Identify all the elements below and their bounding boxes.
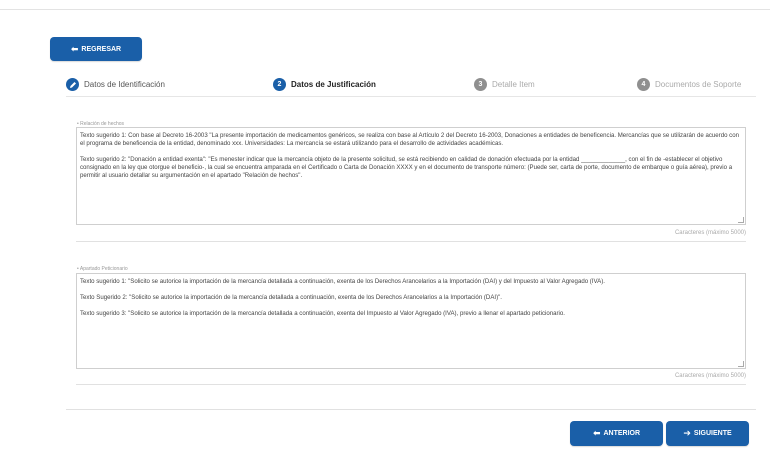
top-divider [0, 9, 770, 10]
apartado-char-counter: Caracteres (máximo 5000) [674, 373, 746, 379]
next-button[interactable]: ➔ SIGUIENTE [666, 421, 749, 446]
resize-handle-icon[interactable] [738, 361, 744, 367]
relacion-hechos-textarea[interactable]: Texto sugerido 1: Con base al Decreto 16… [76, 127, 746, 225]
step-label: Datos de Justificación [291, 80, 376, 89]
arrow-right-icon: ➔ [683, 428, 691, 438]
footer-divider [66, 409, 756, 410]
pencil-icon [66, 78, 79, 91]
step-justificacion[interactable]: 2 Datos de Justificación [273, 78, 376, 91]
arrow-left-icon: ⬅ [70, 43, 79, 54]
section-divider [76, 241, 746, 242]
next-button-label: SIGUIENTE [693, 430, 732, 437]
relacion-paragraph-2: Texto sugerido 2: "Donación a entidad ex… [80, 156, 733, 179]
steps-underline [66, 96, 756, 97]
section-divider [76, 384, 746, 385]
previous-button[interactable]: ⬅ ANTERIOR [570, 421, 663, 446]
apartado-peticionario-label: • Apartado Peticionario [77, 266, 128, 272]
apartado-paragraph-1: Texto sugerido 1: "Solicito se autorice … [80, 278, 605, 285]
step-number: 2 [273, 78, 286, 91]
back-button-label: REGRESAR [81, 45, 122, 53]
step-detalle-item[interactable]: 3 Detalle Item [474, 78, 535, 91]
relacion-char-counter: Caracteres (máximo 5000) [674, 230, 746, 236]
apartado-paragraph-2: Texto Sugerido 2: "Solicito se autorice … [80, 294, 502, 301]
back-button[interactable]: ⬅ REGRESAR [50, 37, 142, 61]
step-documentos[interactable]: 4 Documentos de Soporte [637, 78, 741, 91]
step-identificacion[interactable]: Datos de Identificación [66, 78, 165, 91]
wizard-steps: Datos de Identificación 2 Datos de Justi… [0, 78, 770, 98]
step-label: Documentos de Soporte [655, 80, 742, 89]
step-number: 3 [474, 78, 487, 91]
resize-handle-icon[interactable] [738, 217, 744, 223]
relacion-paragraph-1: Texto sugerido 1: Con base al Decreto 16… [80, 132, 739, 147]
apartado-paragraph-3: Texto sugerido 3: "Solicito se autorice … [80, 310, 565, 317]
step-label: Detalle Item [492, 80, 535, 89]
step-number: 4 [637, 78, 650, 91]
previous-button-label: ANTERIOR [603, 430, 641, 437]
step-label: Datos de Identificación [84, 80, 165, 89]
apartado-peticionario-textarea[interactable]: Texto sugerido 1: "Solicito se autorice … [76, 273, 746, 369]
arrow-left-icon: ⬅ [592, 428, 601, 438]
